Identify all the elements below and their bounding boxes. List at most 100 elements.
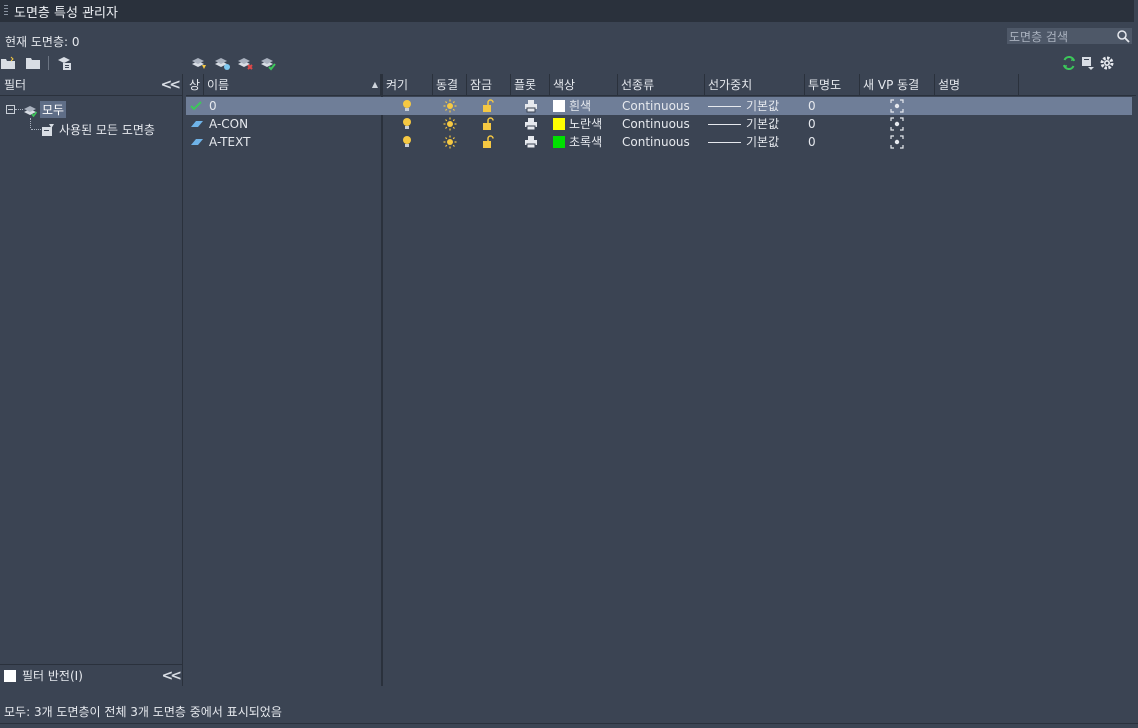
col-freeze[interactable]: 동결 <box>433 74 467 96</box>
thaw-sun-icon[interactable] <box>443 133 457 151</box>
layer-states-manager-button[interactable] <box>55 54 73 72</box>
layer-linetype[interactable]: Continuous <box>622 133 705 151</box>
new-vp-freeze-icon[interactable] <box>890 133 904 151</box>
filter-toolbar <box>0 54 79 72</box>
column-split-bar[interactable] <box>381 74 383 686</box>
new-vp-freeze-icon[interactable] <box>890 97 904 115</box>
delete-layer-icon <box>238 58 253 70</box>
lineweight-sample <box>708 141 741 143</box>
printer-icon[interactable] <box>524 115 538 133</box>
thaw-sun-icon[interactable] <box>443 97 457 115</box>
tree-node-used-layers[interactable]: 사용된 모든 도면층 <box>31 121 155 138</box>
new-layer-icon <box>192 58 206 69</box>
lineweight-sample <box>708 105 741 107</box>
layer-lineweight[interactable]: 기본값 <box>708 115 803 133</box>
unlock-icon[interactable] <box>482 133 494 151</box>
col-transparency[interactable]: 투명도 <box>805 74 860 96</box>
window-title: 도면층 특성 관리자 <box>14 5 118 21</box>
new-vp-frozen-layer-icon <box>215 58 230 70</box>
search-placeholder: 도면층 검색 <box>1009 29 1069 44</box>
col-lineweight[interactable]: 선가중치 <box>705 74 805 96</box>
set-current-layer-button[interactable] <box>259 54 277 72</box>
on-bulb-icon[interactable] <box>401 97 413 115</box>
used-layers-filter-icon <box>42 123 54 136</box>
layer-name[interactable]: A-CON <box>209 115 379 133</box>
tree-node-all[interactable]: 모두 <box>6 101 67 118</box>
refresh-button[interactable] <box>1060 54 1078 72</box>
table-row[interactable]: A-TEXT 초록색 Continuous 기본값 0 <box>186 133 1132 151</box>
layer-translator-button[interactable] <box>1079 54 1097 72</box>
layer-color[interactable]: 초록색 <box>553 133 618 151</box>
layer-transparency[interactable]: 0 <box>808 97 858 115</box>
color-swatch <box>553 100 565 112</box>
set-current-icon <box>261 58 276 71</box>
col-linetype[interactable]: 선종류 <box>618 74 705 96</box>
table-row[interactable]: 0 흰색 Continuous 기본값 0 <box>186 97 1132 115</box>
col-color[interactable]: 색상 <box>550 74 618 96</box>
col-description[interactable]: 설명 <box>935 74 1019 96</box>
on-bulb-icon[interactable] <box>401 115 413 133</box>
layer-toolbar <box>190 54 282 72</box>
collapse-chevron-icon[interactable]: << <box>161 77 182 93</box>
filter-header-label: 필터 <box>4 78 27 92</box>
col-plot[interactable]: 플롯 <box>511 74 550 96</box>
invert-filter-toggle[interactable]: 필터 반전(I) <box>4 667 83 684</box>
layer-color[interactable]: 흰색 <box>553 97 618 115</box>
delete-layer-button[interactable] <box>236 54 254 72</box>
unlock-icon[interactable] <box>482 97 494 115</box>
layer-status-icon <box>190 115 204 133</box>
new-vp-frozen-layer-button[interactable] <box>213 54 231 72</box>
new-group-filter-button[interactable] <box>24 54 42 72</box>
title-bar: 도면층 특성 관리자 <box>0 0 1134 22</box>
printer-icon[interactable] <box>524 97 538 115</box>
filter-pane: 필터 << 모두 사용된 모든 도면층 필터 반전(I) << <box>0 74 183 686</box>
table-header: 상 이름 ▲ 켜기 동결 잠금 플롯 색상 선종류 선가중치 투명도 새 VP 동… <box>186 74 1136 96</box>
settings-button[interactable] <box>1098 54 1116 72</box>
unlock-icon[interactable] <box>482 115 494 133</box>
collapse-pane-chevron-icon[interactable]: << <box>162 668 183 684</box>
status-bar-text: 모두: 3개 도면층이 전체 3개 도면층 중에서 표시되었음 <box>4 705 282 719</box>
refresh-icon <box>1063 55 1075 71</box>
table-row[interactable]: A-CON 노란색 Continuous 기본값 0 <box>186 115 1132 133</box>
layer-translator-icon <box>1082 57 1094 70</box>
layer-name[interactable]: 0 <box>209 97 379 115</box>
layer-status-icon <box>190 133 204 151</box>
new-property-filter-button[interactable] <box>0 54 18 72</box>
layer-transparency[interactable]: 0 <box>808 133 858 151</box>
layer-lineweight[interactable]: 기본값 <box>708 133 803 151</box>
col-lock[interactable]: 잠금 <box>467 74 511 96</box>
layer-color[interactable]: 노란색 <box>553 115 618 133</box>
layer-search-input[interactable]: 도면층 검색 <box>1007 28 1132 44</box>
invert-filter-checkbox[interactable] <box>4 669 16 682</box>
gear-icon <box>1100 56 1114 70</box>
layer-name[interactable]: A-TEXT <box>209 133 379 151</box>
col-name[interactable]: 이름 ▲ <box>204 74 381 96</box>
invert-filter-label: 필터 반전(I) <box>22 669 83 683</box>
current-layer-label: 현재 도면층: 0 <box>5 35 80 49</box>
color-swatch <box>553 118 565 130</box>
layer-linetype[interactable]: Continuous <box>622 97 705 115</box>
col-on[interactable]: 켜기 <box>383 74 433 96</box>
layer-lineweight[interactable]: 기본값 <box>708 97 803 115</box>
new-vp-freeze-icon[interactable] <box>890 115 904 133</box>
drag-grip-icon[interactable] <box>4 5 8 17</box>
col-new-vp-freeze[interactable]: 새 VP 동결 <box>860 74 935 96</box>
layers-stack-icon <box>24 105 37 117</box>
printer-icon[interactable] <box>524 133 538 151</box>
thaw-sun-icon[interactable] <box>443 115 457 133</box>
tree-collapse-icon[interactable] <box>6 105 15 114</box>
on-bulb-icon[interactable] <box>401 133 413 151</box>
col-status[interactable]: 상 <box>186 74 204 96</box>
layer-linetype[interactable]: Continuous <box>622 115 705 133</box>
search-icon[interactable] <box>1116 29 1130 43</box>
filter-tree: 모두 사용된 모든 도면층 <box>0 96 182 662</box>
folder-icon <box>26 58 40 69</box>
view-toolbar <box>1060 54 1117 72</box>
color-swatch <box>553 136 565 148</box>
toolbar-divider <box>48 56 49 70</box>
new-layer-button[interactable] <box>190 54 208 72</box>
layer-transparency[interactable]: 0 <box>808 115 858 133</box>
filter-footer: 필터 반전(I) << <box>0 664 183 686</box>
new-filter-folder-icon <box>1 56 15 69</box>
current-check-icon <box>190 97 204 115</box>
